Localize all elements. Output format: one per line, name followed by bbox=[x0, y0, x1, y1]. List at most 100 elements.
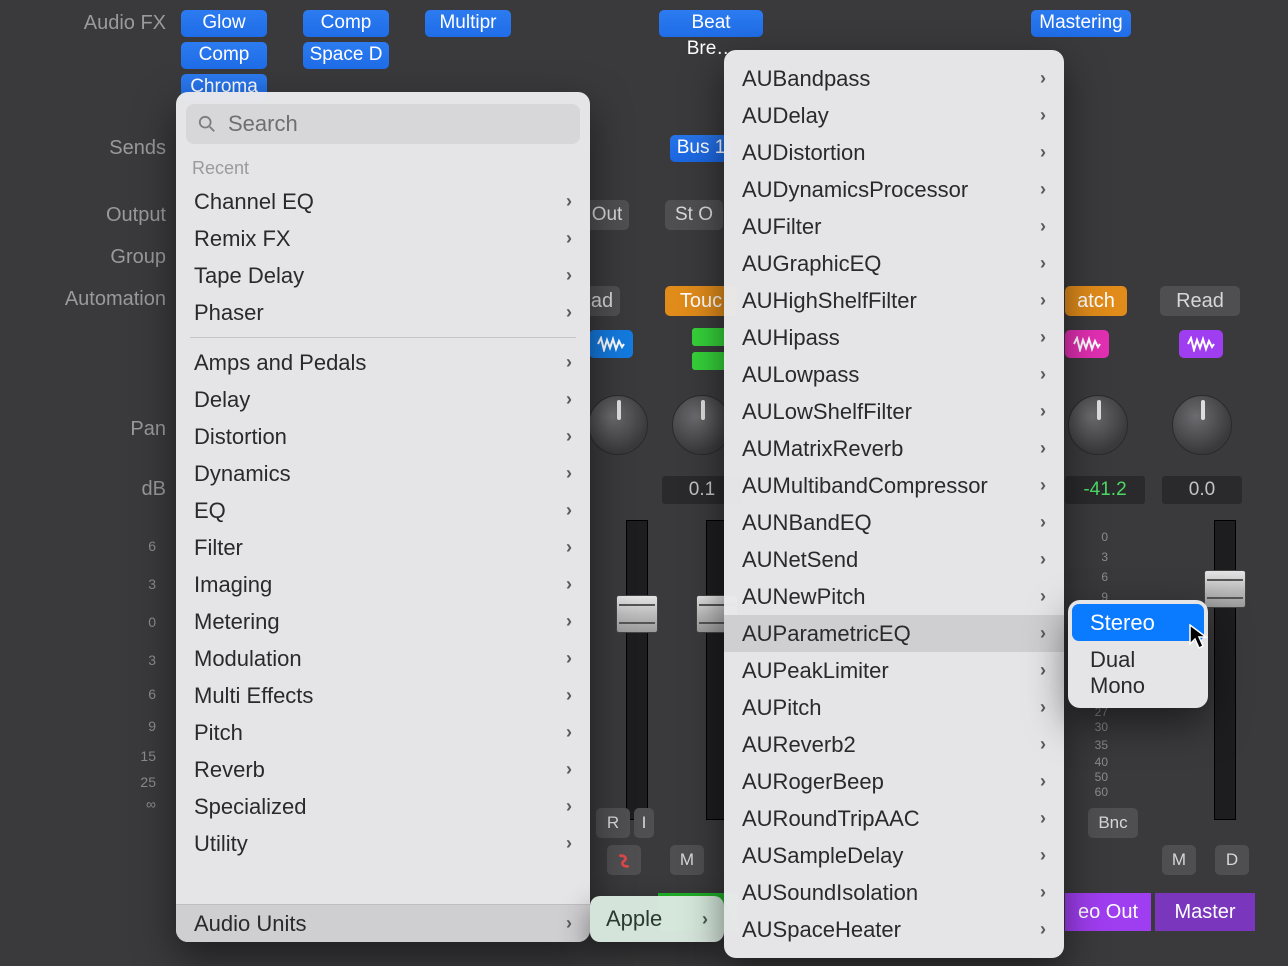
cat-specialized[interactable]: Specialized› bbox=[176, 788, 590, 825]
au-auparametriceq[interactable]: AUParametricEQ› bbox=[724, 615, 1064, 652]
au-auhipass[interactable]: AUHipass› bbox=[724, 319, 1064, 356]
fx-glow[interactable]: Glow bbox=[181, 10, 267, 37]
dim-button[interactable]: D bbox=[1215, 845, 1249, 875]
au-aureverb2[interactable]: AUReverb2› bbox=[724, 726, 1064, 763]
au-aunewpitch[interactable]: AUNewPitch› bbox=[724, 578, 1064, 615]
pan-knob-ch6[interactable] bbox=[1068, 395, 1128, 455]
chevron-right-icon: › bbox=[1040, 586, 1046, 607]
output-ch2[interactable]: St O bbox=[665, 200, 723, 230]
chevron-right-icon: › bbox=[566, 302, 572, 323]
waveform-icon bbox=[1187, 336, 1215, 352]
fx-comp1[interactable]: Comp bbox=[181, 42, 267, 69]
recent-remix-fx[interactable]: Remix FX› bbox=[176, 220, 590, 257]
au-ausampledelay[interactable]: AUSampleDelay› bbox=[724, 837, 1064, 874]
cat-imaging[interactable]: Imaging› bbox=[176, 566, 590, 603]
cat-audio-units[interactable]: Audio Units› bbox=[176, 904, 590, 942]
au-aupeaklimiter[interactable]: AUPeakLimiter› bbox=[724, 652, 1064, 689]
channel-mode-dual-mono[interactable]: Dual Mono bbox=[1072, 641, 1204, 704]
record-enable-button[interactable]: R bbox=[596, 808, 630, 838]
chevron-right-icon: › bbox=[1040, 623, 1046, 644]
cat-utility[interactable]: Utility› bbox=[176, 825, 590, 862]
chevron-right-icon: › bbox=[1040, 475, 1046, 496]
waveform-icon bbox=[597, 336, 625, 352]
mute-button-ch4[interactable]: M bbox=[670, 845, 704, 875]
chevron-right-icon: › bbox=[566, 722, 572, 743]
cat-metering[interactable]: Metering› bbox=[176, 603, 590, 640]
fx-beat-breaks[interactable]: Beat Bre… bbox=[659, 10, 763, 37]
cat-multi-effects[interactable]: Multi Effects› bbox=[176, 677, 590, 714]
solo-button[interactable] bbox=[607, 845, 641, 875]
track-label-eo-out[interactable]: eo Out bbox=[1065, 893, 1151, 931]
au-augraphiceq[interactable]: AUGraphicEQ› bbox=[724, 245, 1064, 282]
chevron-right-icon: › bbox=[1040, 697, 1046, 718]
au-audynamicsprocessor[interactable]: AUDynamicsProcessor› bbox=[724, 171, 1064, 208]
au-aulowshelffilter[interactable]: AULowShelfFilter› bbox=[724, 393, 1064, 430]
cat-modulation[interactable]: Modulation› bbox=[176, 640, 590, 677]
fx-multipr[interactable]: Multipr bbox=[425, 10, 511, 37]
label-output: Output bbox=[16, 204, 166, 227]
vendor-apple[interactable]: Apple› bbox=[590, 900, 724, 938]
cat-delay[interactable]: Delay› bbox=[176, 381, 590, 418]
recent-section-label: Recent bbox=[176, 152, 590, 183]
au-audistortion[interactable]: AUDistortion› bbox=[724, 134, 1064, 171]
au-aunbandeq[interactable]: AUNBandEQ› bbox=[724, 504, 1064, 541]
output-ch1[interactable]: Out bbox=[585, 200, 629, 230]
chevron-right-icon: › bbox=[1040, 216, 1046, 237]
fx-search-placeholder: Search bbox=[228, 111, 298, 137]
au-aupitch[interactable]: AUPitch› bbox=[724, 689, 1064, 726]
cat-eq[interactable]: EQ› bbox=[176, 492, 590, 529]
cat-filter[interactable]: Filter› bbox=[176, 529, 590, 566]
chevron-right-icon: › bbox=[1040, 179, 1046, 200]
pan-knob-ch4[interactable] bbox=[672, 395, 732, 455]
chevron-right-icon: › bbox=[1040, 438, 1046, 459]
pan-knob-master[interactable] bbox=[1172, 395, 1232, 455]
au-aulowpass[interactable]: AULowpass› bbox=[724, 356, 1064, 393]
au-aumultibandcompressor[interactable]: AUMultibandCompressor› bbox=[724, 467, 1064, 504]
chevron-right-icon: › bbox=[566, 389, 572, 410]
track-label-master[interactable]: Master bbox=[1155, 893, 1255, 931]
input-monitor-button[interactable]: I bbox=[634, 808, 654, 838]
cat-dynamics[interactable]: Dynamics› bbox=[176, 455, 590, 492]
au-aubandpass[interactable]: AUBandpass› bbox=[724, 60, 1064, 97]
mute-button-master[interactable]: M bbox=[1162, 845, 1196, 875]
fx-search-field[interactable]: Search bbox=[186, 104, 580, 144]
fx-mastering[interactable]: Mastering bbox=[1031, 10, 1131, 37]
bounce-button[interactable]: Bnc bbox=[1088, 808, 1138, 838]
fx-picker-popup: Search Recent Channel EQ› Remix FX› Tape… bbox=[176, 92, 590, 942]
region-wave-master[interactable] bbox=[1179, 330, 1223, 358]
automation-master-read[interactable]: Read bbox=[1160, 286, 1240, 316]
recent-tape-delay[interactable]: Tape Delay› bbox=[176, 257, 590, 294]
label-sends: Sends bbox=[16, 137, 166, 160]
recent-phaser[interactable]: Phaser› bbox=[176, 294, 590, 331]
au-aufilter[interactable]: AUFilter› bbox=[724, 208, 1064, 245]
au-aunetsend[interactable]: AUNetSend› bbox=[724, 541, 1064, 578]
cat-amps-and-pedals[interactable]: Amps and Pedals› bbox=[176, 344, 590, 381]
search-icon bbox=[198, 115, 216, 133]
au-auspaceheater[interactable]: AUSpaceHeater› bbox=[724, 911, 1064, 948]
cat-distortion[interactable]: Distortion› bbox=[176, 418, 590, 455]
channel-mode-stereo[interactable]: Stereo bbox=[1072, 604, 1204, 641]
fx-spaced[interactable]: Space D bbox=[303, 42, 389, 69]
chevron-right-icon: › bbox=[566, 537, 572, 558]
au-auroundtripaac[interactable]: AURoundTripAAC› bbox=[724, 800, 1064, 837]
fx-comp2[interactable]: Comp bbox=[303, 10, 389, 37]
au-audelay[interactable]: AUDelay› bbox=[724, 97, 1064, 134]
cat-reverb[interactable]: Reverb› bbox=[176, 751, 590, 788]
au-auhighshelffilter[interactable]: AUHighShelfFilter› bbox=[724, 282, 1064, 319]
au-aumatrixreverb[interactable]: AUMatrixReverb› bbox=[724, 430, 1064, 467]
chevron-right-icon: › bbox=[702, 909, 708, 930]
au-ausoundisolation[interactable]: AUSoundIsolation› bbox=[724, 874, 1064, 911]
recent-channel-eq[interactable]: Channel EQ› bbox=[176, 183, 590, 220]
chevron-right-icon: › bbox=[1040, 364, 1046, 385]
green-indicator-1[interactable] bbox=[692, 328, 726, 346]
chevron-right-icon: › bbox=[1040, 882, 1046, 903]
region-wave-ch6[interactable] bbox=[1065, 330, 1109, 358]
automation-ch6-latch[interactable]: atch bbox=[1065, 286, 1127, 316]
region-wave-ch1[interactable] bbox=[589, 330, 633, 358]
cat-pitch[interactable]: Pitch› bbox=[176, 714, 590, 751]
au-aurogerbeep[interactable]: AURogerBeep› bbox=[724, 763, 1064, 800]
chevron-right-icon: › bbox=[566, 648, 572, 669]
send-bus1[interactable]: Bus 1 bbox=[670, 135, 732, 162]
green-indicator-2[interactable] bbox=[692, 352, 726, 370]
pan-knob-ch1[interactable] bbox=[588, 395, 648, 455]
